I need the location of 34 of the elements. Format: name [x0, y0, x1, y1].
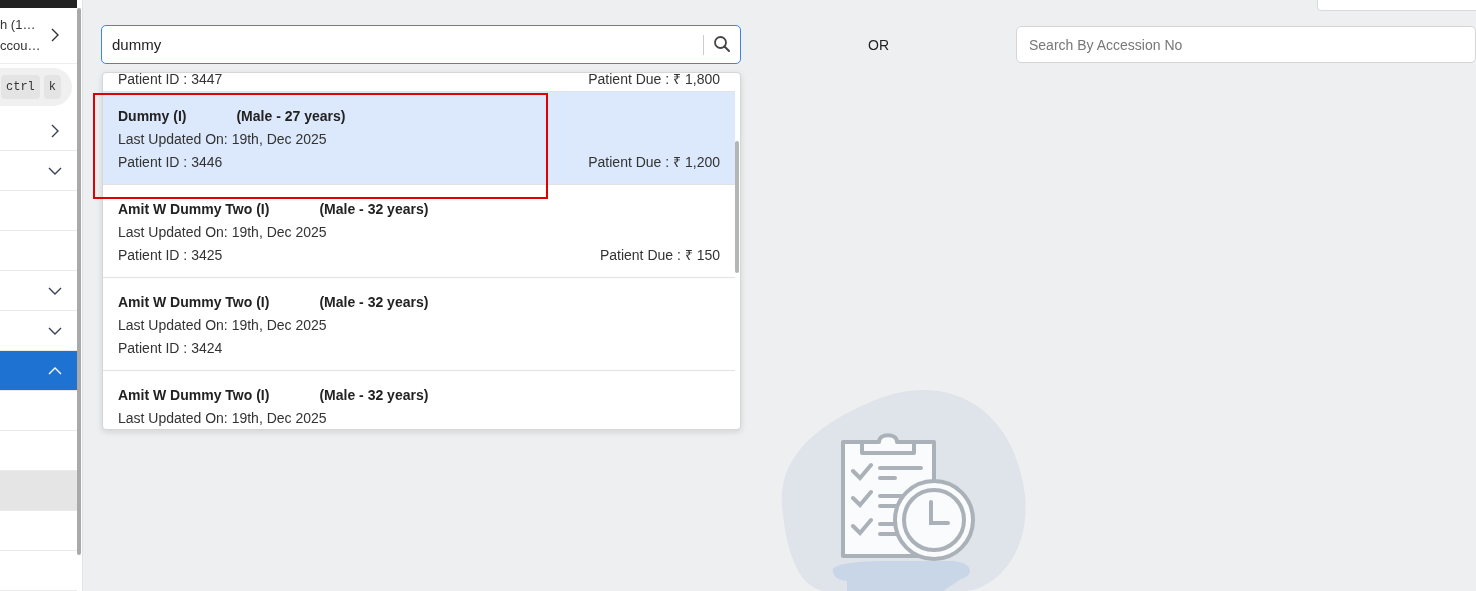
- patient-id: Patient ID : 3447: [118, 73, 223, 89]
- patient-id: Patient ID : 3425: [118, 246, 223, 265]
- result-item[interactable]: Amit W Dummy Two (I) (Male - 32 years) Last Updated On: 19th, Dec 2025 Patient ID : 3424: [103, 278, 735, 371]
- patient-due: Patient Due : ₹ 1,200: [588, 153, 720, 172]
- sidebar-item[interactable]: [0, 351, 77, 391]
- keyboard-key: k: [43, 75, 61, 100]
- patient-due: Patient Due : ₹ 150: [599, 246, 720, 265]
- patient-info: (Male - 27 years): [236, 107, 346, 126]
- accession-search-field[interactable]: Search By Accession No: [1016, 26, 1476, 63]
- last-updated: Last Updated On: 19th, Dec 2025: [118, 409, 328, 428]
- result-item[interactable]: Dummy (I) (Male - 27 years) Last Updated On: 19th, Dec 2025 Patient ID : 3446 Patient Due : ₹ 1,200: [103, 92, 735, 185]
- sidebar-item-text: h (1…: [0, 17, 37, 33]
- search-icon[interactable]: [713, 35, 731, 53]
- patient-id: Patient ID : 3424: [118, 339, 223, 358]
- patient-name: Amit W Dummy Two (I): [118, 200, 270, 219]
- search-field[interactable]: dummy: [101, 25, 741, 64]
- patient-name: Dummy (I): [118, 107, 187, 126]
- last-updated: Last Updated On: 19th, Dec 2025: [118, 223, 328, 242]
- sidebar-item-text: ccou…: [0, 38, 41, 54]
- patient-due: Patient Due : ₹ 1,800: [588, 73, 720, 89]
- or-label: OR: [867, 36, 890, 53]
- scrollbar[interactable]: [77, 8, 81, 555]
- patient-id: Patient ID : 3446: [118, 153, 223, 172]
- keyboard-key: ctrl: [1, 75, 40, 100]
- patient-info: (Male - 32 years): [319, 386, 429, 405]
- result-item[interactable]: Amit W Dummy Two (I) (Male - 32 years) Last Updated On: 19th, Dec 2025: [103, 371, 735, 429]
- patient-name: Amit W Dummy Two (I): [118, 386, 270, 405]
- patient-info: (Male - 32 years): [319, 293, 429, 312]
- search-shortcut[interactable]: ctrl k: [0, 68, 72, 107]
- scrollbar[interactable]: [735, 141, 739, 273]
- patient-name: Amit W Dummy Two (I): [118, 293, 270, 312]
- patient-info: (Male - 32 years): [319, 200, 429, 219]
- last-updated: Last Updated On: 19th, Dec 2025: [118, 316, 328, 335]
- last-updated: Last Updated On: 19th, Dec 2025: [118, 130, 328, 149]
